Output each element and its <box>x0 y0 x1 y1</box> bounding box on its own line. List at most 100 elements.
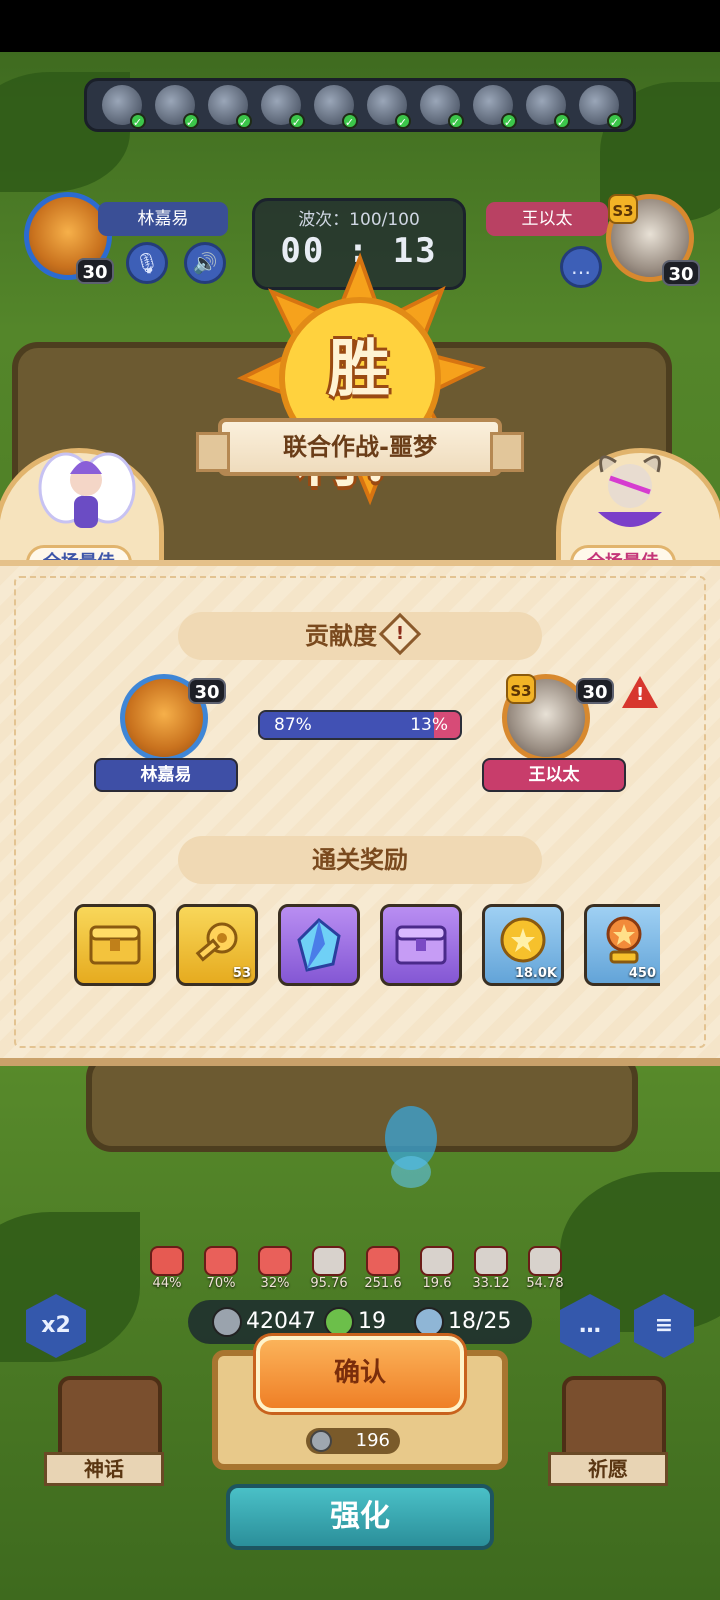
fist-icon <box>312 1246 346 1276</box>
stat-value: 95.76 <box>310 1276 348 1291</box>
wave-counter: 波次：100/100 <box>298 210 420 230</box>
stat-value: 70% <box>206 1276 236 1291</box>
crystal-icon <box>297 918 341 972</box>
reward-count: 53 <box>232 966 251 981</box>
gear-icon <box>474 1246 508 1276</box>
reward-coin[interactable]: 18.0K <box>482 904 564 986</box>
speaker-icon[interactable]: 🔊 <box>184 242 226 284</box>
rewards-header: 通关奖励 <box>178 836 542 884</box>
reward-count: 18.0K <box>514 966 557 981</box>
check-icon: ✓ <box>288 113 305 129</box>
gold-chest-icon <box>89 925 141 965</box>
contribution-bar: 87% 13% <box>258 710 462 740</box>
rewards-title: 通关奖励 <box>312 846 408 874</box>
stat-value: 32% <box>260 1276 290 1291</box>
stat-item: 19.6 <box>414 1246 460 1291</box>
check-icon: ✓ <box>606 113 623 129</box>
roster-hero: ✓ <box>472 85 517 129</box>
angel-hero-icon <box>38 452 136 528</box>
roster-hero: ✓ <box>419 85 464 129</box>
chat-bubble-icon[interactable]: … <box>560 246 602 288</box>
contribution-percent-left: 87% <box>274 715 312 735</box>
heart-icon <box>204 1246 238 1276</box>
check-icon: ✓ <box>500 113 517 129</box>
myth-button[interactable]: 神话 <box>44 1452 164 1486</box>
roster-hero: ✓ <box>525 85 570 129</box>
silver-coin-icon <box>310 1430 332 1452</box>
pray-button[interactable]: 祈愿 <box>548 1452 668 1486</box>
check-icon: ✓ <box>235 113 252 129</box>
stat-item: 32% <box>252 1246 298 1291</box>
stat-item: 44% <box>144 1246 190 1291</box>
clover-icon <box>324 1307 354 1337</box>
check-icon: ✓ <box>129 113 146 129</box>
clover-resource: 19 <box>324 1306 386 1338</box>
player-name: 林嘉易 <box>98 202 228 236</box>
roster-hero: ✓ <box>366 85 411 129</box>
roster-hero: ✓ <box>207 85 252 129</box>
mic-icon[interactable]: 🎙 <box>126 242 168 284</box>
contribution-header: 贡献度! <box>178 612 542 660</box>
check-icon: ✓ <box>182 113 199 129</box>
roster-hero: ✓ <box>154 85 199 129</box>
stat-item: 70% <box>198 1246 244 1291</box>
stat-value: 33.12 <box>472 1276 510 1291</box>
reward-crystal[interactable] <box>278 904 360 986</box>
stat-value: 44% <box>152 1276 182 1291</box>
silver-resource: 42047 <box>212 1306 316 1338</box>
stat-item: 33.12 <box>468 1246 514 1291</box>
stage-ribbon: 联合作战-噩梦 <box>196 418 524 476</box>
contributor-season-right: S3 <box>506 674 536 704</box>
battle-path <box>86 1052 638 1152</box>
gold-key-icon <box>195 922 238 962</box>
stat-item: 251.6 <box>360 1246 406 1291</box>
rage-icon <box>150 1246 184 1276</box>
warning-icon[interactable]: ! <box>622 676 658 708</box>
roster-hero: ✓ <box>260 85 305 129</box>
status-bar <box>0 0 720 52</box>
trophy-icon <box>606 916 641 964</box>
reward-gold-key[interactable]: 53 <box>176 904 258 986</box>
contributor-name-right: 王以太 <box>482 758 626 792</box>
house-icon <box>258 1246 292 1276</box>
check-icon: ✓ <box>394 113 411 129</box>
stat-item: 95.76 <box>306 1246 352 1291</box>
reward-purple-chest[interactable] <box>380 904 462 986</box>
contribution-title: 贡献度 <box>305 622 377 650</box>
player-level-badge: 30 <box>76 258 114 284</box>
reward-trophy[interactable]: 450 <box>584 904 660 986</box>
teammate-name: 王以太 <box>486 202 608 236</box>
reward-gold-chest[interactable] <box>74 904 156 986</box>
burst-icon <box>366 1246 400 1276</box>
reward-count: 450 <box>628 966 656 981</box>
contributor-name-left: 林嘉易 <box>94 758 238 792</box>
hero-roster: ✓ ✓ ✓ ✓ ✓ ✓ ✓ ✓ ✓ ✓ <box>84 78 636 132</box>
info-icon[interactable]: ! <box>378 612 422 656</box>
teammate-level-badge: 30 <box>662 260 700 286</box>
confirm-button[interactable]: 确认 <box>256 1336 464 1412</box>
contributor-level-right: 30 <box>576 678 614 704</box>
purple-chest-icon <box>395 925 447 965</box>
check-icon: ✓ <box>341 113 358 129</box>
unit-icon <box>414 1307 444 1337</box>
stat-item: 54.78 <box>522 1246 568 1291</box>
stat-value: 19.6 <box>422 1276 452 1291</box>
season-badge: S3 <box>608 194 638 224</box>
wing-icon <box>420 1246 454 1276</box>
ghost-unit-icon <box>385 1106 437 1188</box>
silver-coin-icon <box>212 1307 242 1337</box>
coin-icon <box>500 917 546 963</box>
horned-hero-icon <box>598 455 662 527</box>
check-icon: ✓ <box>553 113 570 129</box>
unit-capacity: 18/25 <box>414 1306 511 1338</box>
roster-hero: ✓ <box>313 85 358 129</box>
upgrade-button[interactable]: 强化 <box>226 1484 494 1550</box>
roster-hero: ✓ <box>101 85 146 129</box>
stat-value: 251.6 <box>364 1276 402 1291</box>
stat-value: 54.78 <box>526 1276 564 1291</box>
contribution-percent-right: 13% <box>410 715 448 735</box>
summon-cost: 196 <box>306 1428 400 1454</box>
roster-hero: ✓ <box>578 85 623 129</box>
check-icon: ✓ <box>447 113 464 129</box>
arrow-icon <box>528 1246 562 1276</box>
